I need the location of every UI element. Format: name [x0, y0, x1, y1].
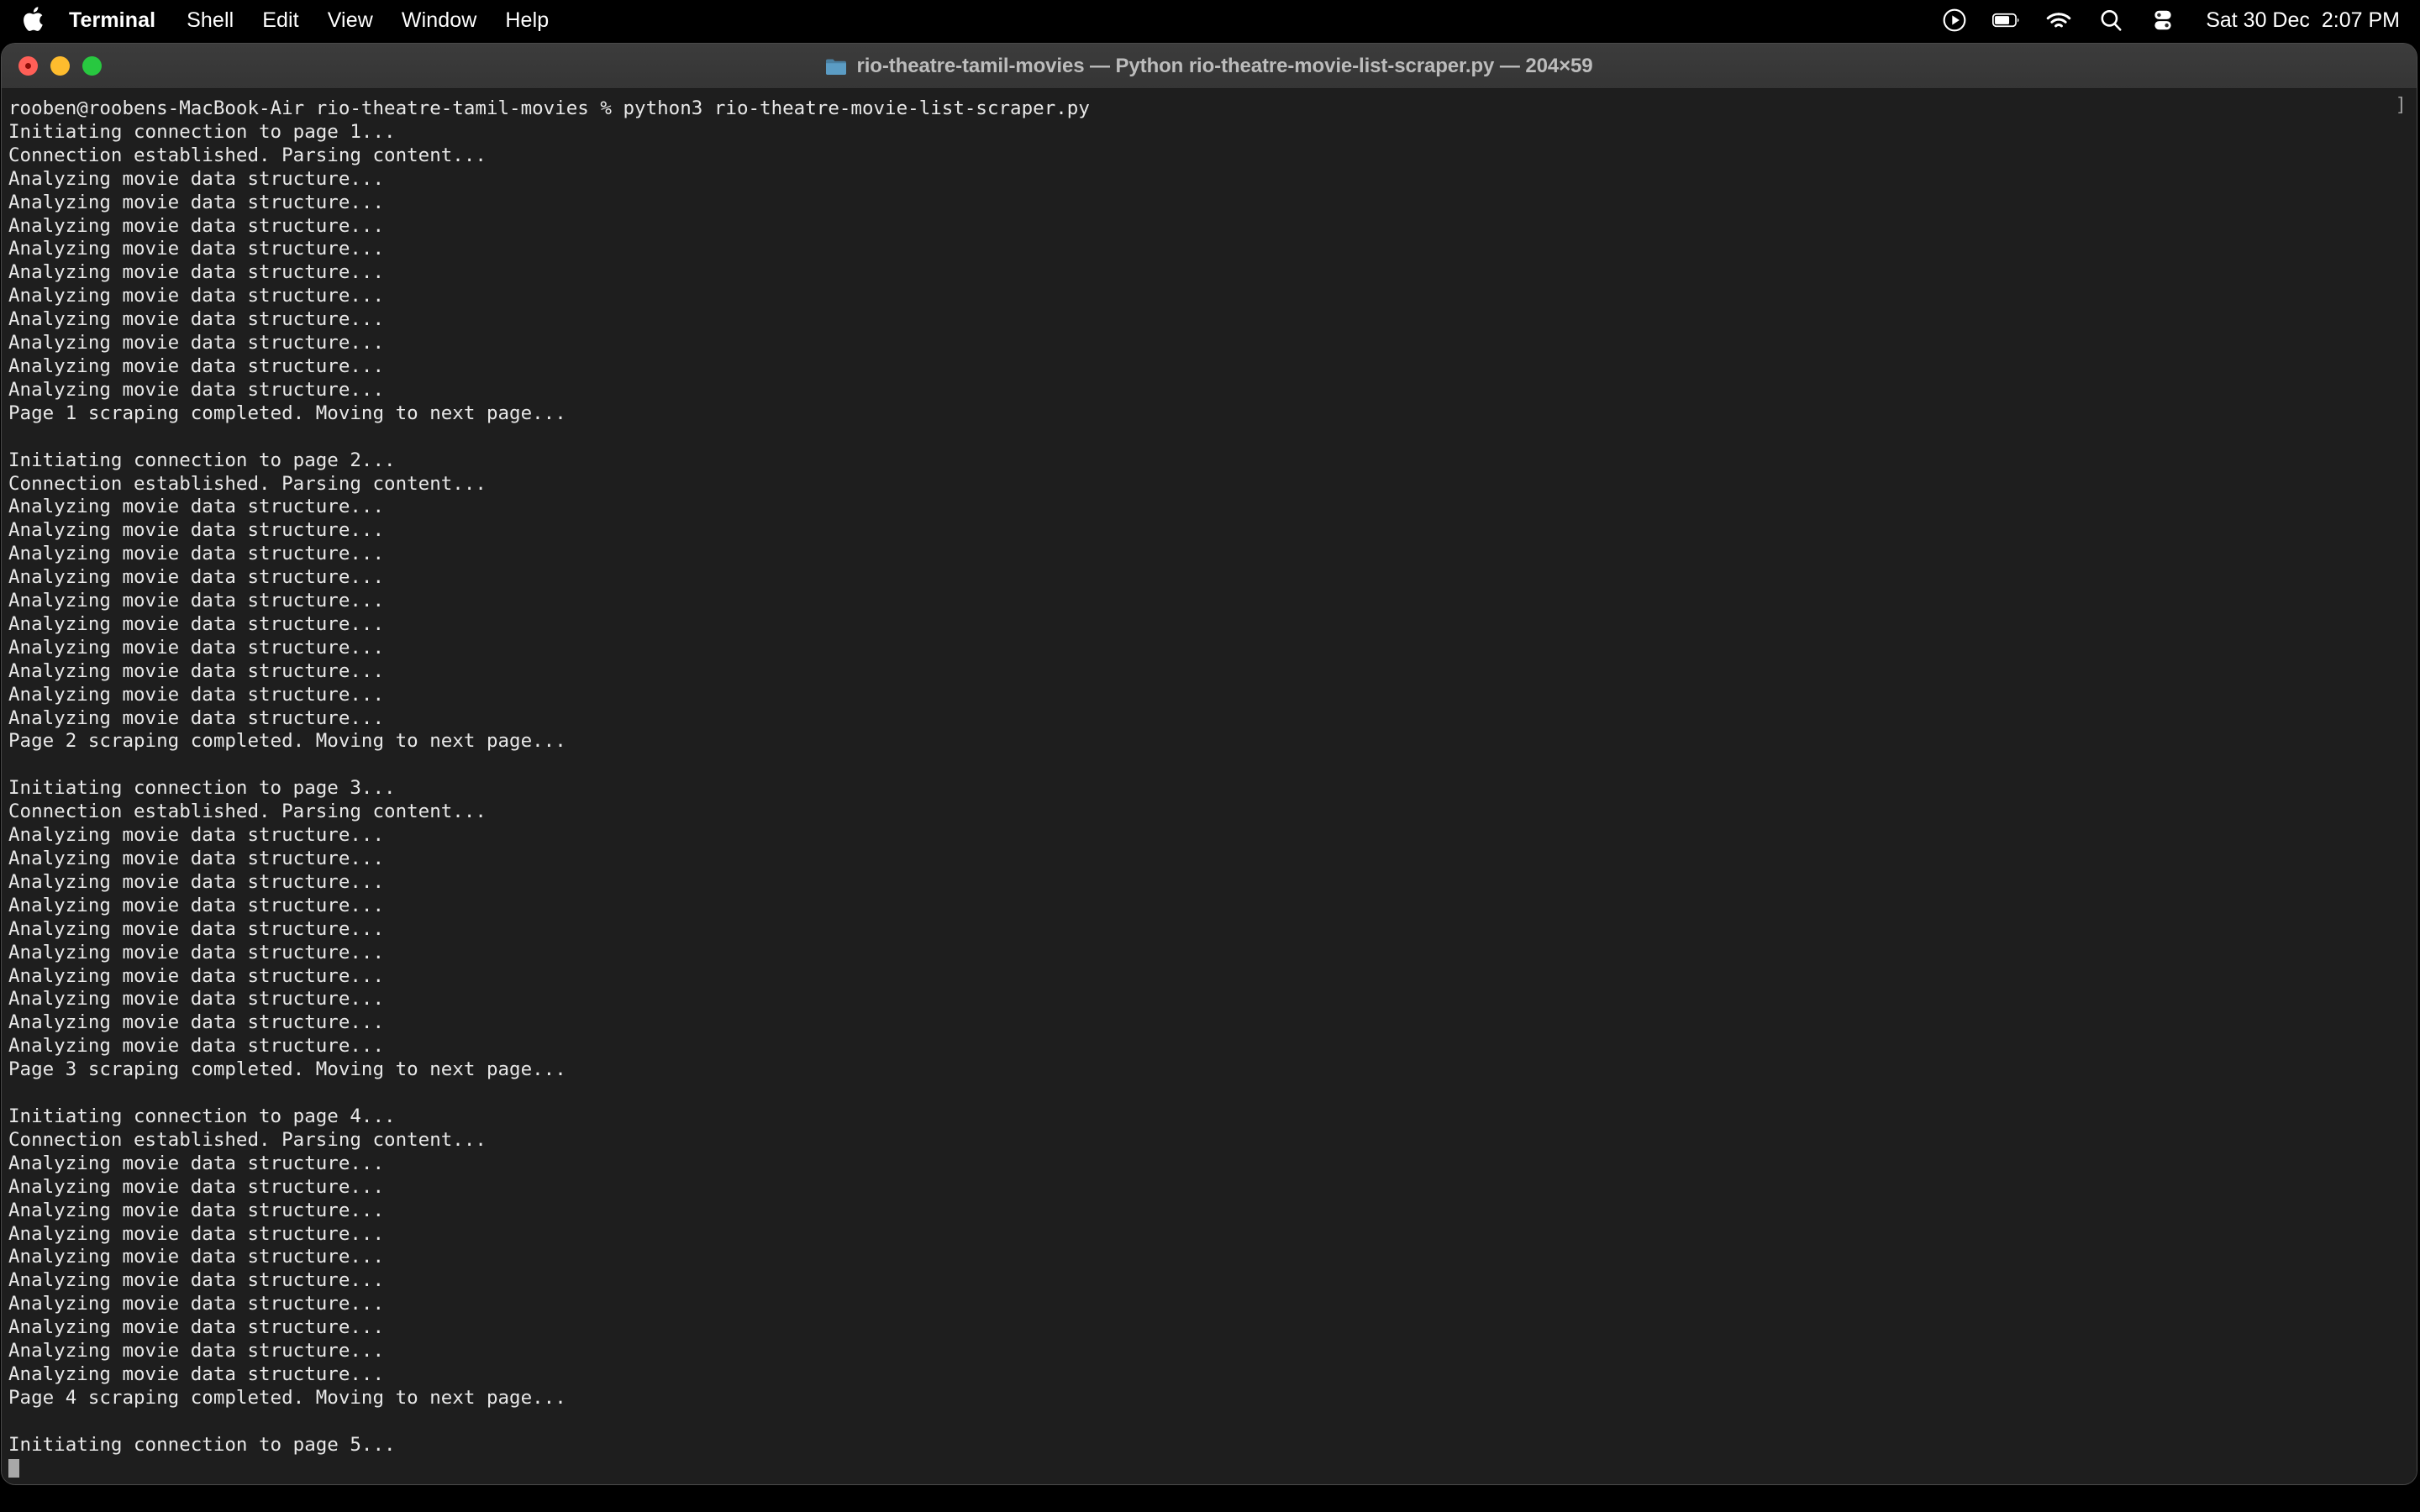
close-window-button[interactable] — [18, 56, 38, 76]
menu-item-view[interactable]: View — [313, 8, 387, 32]
menu-bar: Terminal Shell Edit View Window Help Sat… — [0, 0, 2420, 40]
maximize-window-button[interactable] — [82, 56, 102, 76]
menu-item-terminal[interactable]: Terminal — [69, 8, 172, 32]
menu-item-shell[interactable]: Shell — [172, 8, 248, 32]
traffic-lights — [18, 44, 102, 88]
screen-recording-icon[interactable] — [1940, 6, 1969, 34]
menu-bar-left: Terminal Shell Edit View Window Help — [22, 6, 563, 34]
window-title: rio-theatre-tamil-movies — Python rio-th… — [825, 54, 1593, 78]
terminal-content-area[interactable]: rooben@roobens-MacBook-Air rio-theatre-t… — [2, 89, 2417, 1484]
terminal-right-edge-marker: ] — [2395, 94, 2407, 116]
search-icon[interactable] — [2096, 6, 2125, 34]
control-center-icon[interactable] — [2149, 6, 2177, 34]
close-icon — [25, 63, 31, 69]
window-titlebar[interactable]: rio-theatre-tamil-movies — Python rio-th… — [2, 44, 2417, 89]
folder-icon — [825, 57, 847, 76]
menu-item-help[interactable]: Help — [491, 8, 563, 32]
terminal-window: rio-theatre-tamil-movies — Python rio-th… — [2, 44, 2417, 1484]
battery-icon[interactable] — [1992, 6, 2021, 34]
menu-bar-date: Sat 30 Dec — [2206, 8, 2310, 32]
window-title-text: rio-theatre-tamil-movies — Python rio-th… — [856, 54, 1593, 77]
menu-bar-time: 2:07 PM — [2321, 8, 2400, 32]
terminal-output: rooben@roobens-MacBook-Air rio-theatre-t… — [8, 97, 2417, 1480]
wifi-icon[interactable] — [2044, 6, 2073, 34]
menu-item-window[interactable]: Window — [387, 8, 492, 32]
menu-bar-status-area: Sat 30 Dec 2:07 PM — [1917, 6, 2400, 34]
minimize-window-button[interactable] — [50, 56, 70, 76]
terminal-cursor — [8, 1458, 19, 1478]
apple-logo-icon[interactable] — [22, 5, 47, 34]
menu-item-edit[interactable]: Edit — [248, 8, 313, 32]
menu-bar-clock[interactable]: Sat 30 Dec 2:07 PM — [2206, 8, 2400, 32]
